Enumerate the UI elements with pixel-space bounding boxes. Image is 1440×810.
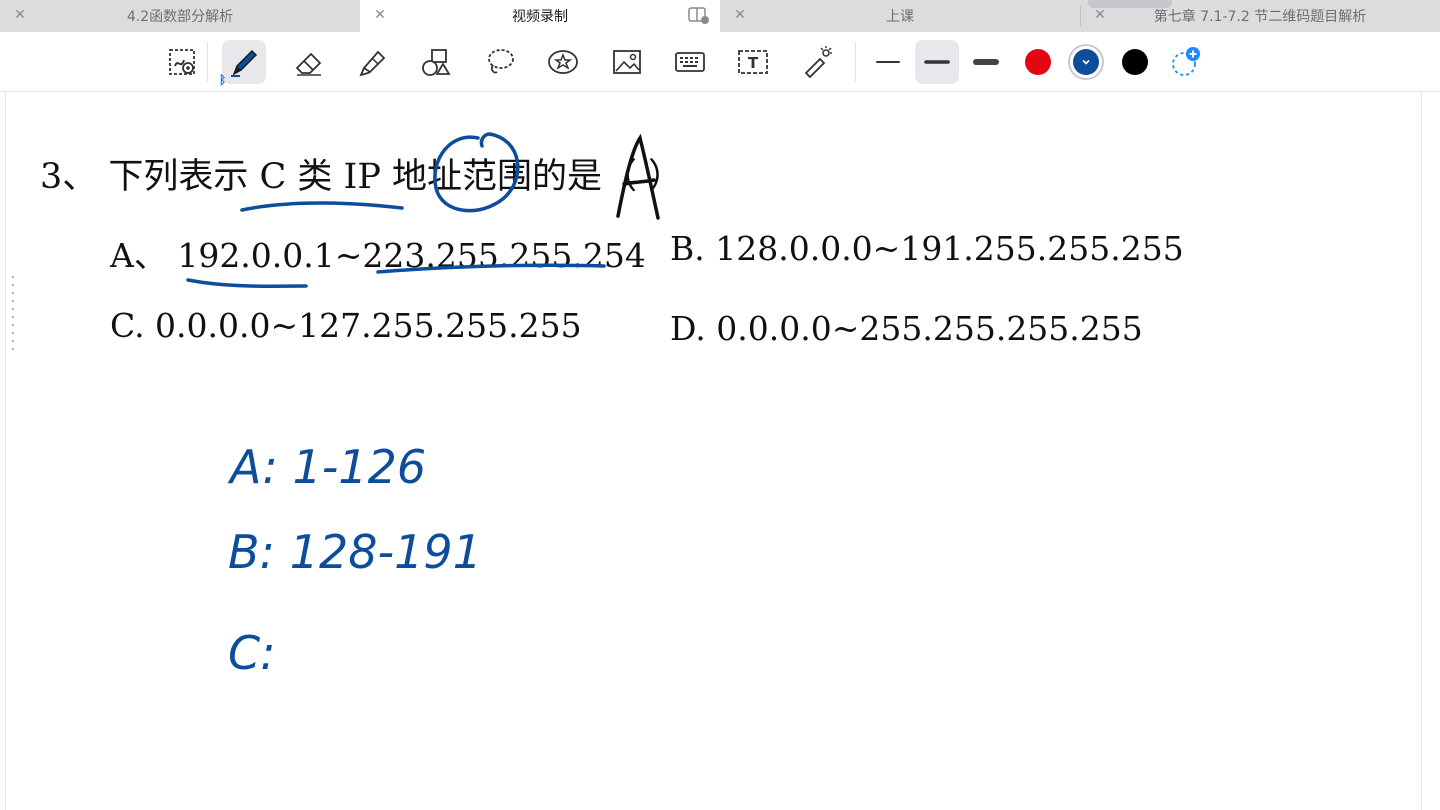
laser-pointer-icon[interactable]	[795, 40, 839, 84]
split-view-icon[interactable]	[688, 5, 710, 25]
close-icon[interactable]: ✕	[372, 7, 388, 23]
stroke-medium[interactable]	[915, 40, 959, 84]
window-handle[interactable]	[1088, 0, 1172, 8]
shapes-icon[interactable]	[414, 40, 458, 84]
lasso-icon[interactable]	[478, 40, 522, 84]
note-line-a: A: 1-126	[230, 440, 427, 494]
chevron-down-icon	[1082, 59, 1090, 65]
eraser-icon[interactable]	[287, 40, 331, 84]
note-line-c: C:	[228, 626, 276, 680]
close-icon[interactable]: ✕	[1092, 7, 1108, 23]
color-swatch-red[interactable]	[1025, 49, 1051, 75]
color-swatch-black[interactable]	[1122, 49, 1148, 75]
option-b: B. 128.0.0.0~191.255.255.255	[670, 229, 1184, 268]
document-page[interactable]	[0, 92, 1440, 810]
tab-label: 4.2函数部分解析	[126, 9, 234, 25]
tab-label: 视频录制	[512, 9, 568, 25]
zoom-select-icon[interactable]	[160, 40, 204, 84]
image-icon[interactable]	[605, 40, 649, 84]
sticker-icon[interactable]	[541, 40, 585, 84]
question-title: 3、 下列表示 C 类 IP 地址范围的是（ ）	[40, 157, 684, 197]
page-right-edge	[1421, 92, 1422, 810]
option-a: A、 192.0.0.1~223.255.255.254	[110, 236, 646, 275]
option-d: D. 0.0.0.0~255.255.255.255	[670, 309, 1143, 348]
color-swatch-blue[interactable]	[1073, 49, 1099, 75]
page-left-edge	[5, 92, 6, 810]
drag-handle[interactable]	[12, 276, 16, 356]
close-icon[interactable]: ✕	[12, 7, 28, 23]
add-color-icon[interactable]	[1162, 40, 1206, 84]
toolbar-divider	[207, 42, 208, 82]
tab-label: 上课	[886, 9, 914, 25]
note-line-b: B: 128-191	[228, 525, 482, 579]
bluetooth-icon: ᛒ	[219, 73, 227, 87]
highlighter-icon[interactable]	[350, 40, 394, 84]
close-icon[interactable]: ✕	[732, 7, 748, 23]
stroke-thin[interactable]	[866, 40, 910, 84]
tab-label: 第七章 7.1-7.2 节二维码题目解析	[1153, 9, 1367, 25]
svg-text:T: T	[748, 54, 759, 72]
stroke-thick[interactable]	[964, 40, 1008, 84]
tab-video-recording[interactable]: ✕ 视频录制	[360, 0, 720, 32]
pen-icon[interactable]	[222, 40, 266, 84]
tab-bar: ✕ 4.2函数部分解析 ✕ 视频录制 ✕ 上课 ✕ 第七章 7.1-7.2 节二…	[0, 0, 1440, 32]
keyboard-icon[interactable]	[668, 40, 712, 84]
tab-class[interactable]: ✕ 上课	[720, 0, 1080, 32]
tab-4-2[interactable]: ✕ 4.2函数部分解析	[0, 0, 360, 32]
toolbar-divider	[855, 42, 856, 82]
text-box-icon[interactable]: T	[731, 40, 775, 84]
option-c: C. 0.0.0.0~127.255.255.255	[110, 306, 582, 345]
annotation-toolbar: ᛒ T	[0, 32, 1440, 92]
